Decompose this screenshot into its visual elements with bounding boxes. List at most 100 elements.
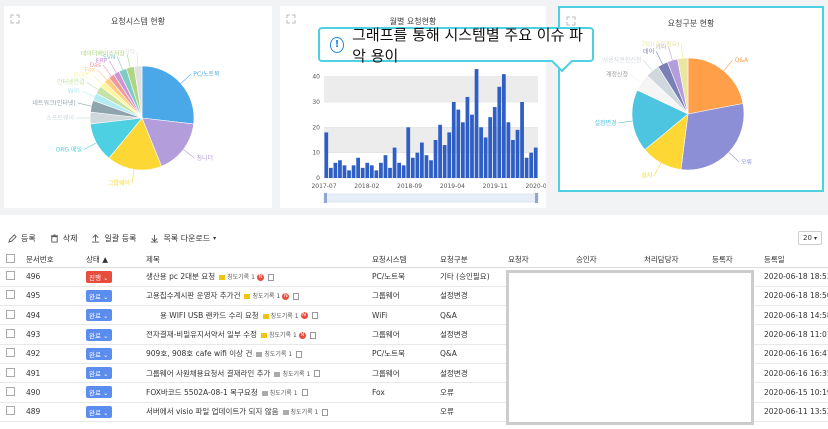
bar[interactable] xyxy=(365,162,370,178)
bar[interactable] xyxy=(338,160,342,178)
bar[interactable] xyxy=(533,147,538,178)
bar[interactable] xyxy=(383,155,388,178)
bar[interactable] xyxy=(429,160,433,178)
history-tag[interactable]: 칭도기록 1 xyxy=(219,272,255,281)
row-title[interactable]: 용 WIFI USB 랜카드 수리 요청 xyxy=(160,311,259,320)
title-cell[interactable]: 서버에서 visio 파일 업데이트가 되지 않음 칭도기록 1 xyxy=(146,402,372,422)
col-header[interactable]: 승인자 xyxy=(576,253,644,268)
row-title[interactable]: 그룹웨어 사원채용요청서 결재라인 추가 xyxy=(146,369,270,378)
col-header[interactable]: 등록일 xyxy=(764,253,828,268)
col-header[interactable]: 요청시스템 xyxy=(372,253,440,268)
bar[interactable] xyxy=(451,102,456,178)
bar[interactable] xyxy=(506,122,511,178)
bar[interactable] xyxy=(379,162,383,178)
status-badge[interactable]: 완료 ⌄ xyxy=(86,386,112,399)
title-cell[interactable]: 그룹웨어 사원채용요청서 결재라인 추가 칭도기록 1 xyxy=(146,363,372,384)
title-cell[interactable]: 생산용 pc 2대분 요청 칭도기록 1N xyxy=(146,267,372,287)
history-tag[interactable]: 칭도기록 1 xyxy=(274,369,310,378)
range-slider-handle[interactable] xyxy=(535,193,538,203)
title-cell[interactable]: 용 WIFI USB 랜카드 수리 요청 칭도기록 1N xyxy=(146,305,372,326)
document-icon[interactable] xyxy=(267,273,274,281)
bar[interactable] xyxy=(488,117,493,178)
bar[interactable] xyxy=(328,167,333,178)
document-icon[interactable] xyxy=(293,292,300,300)
status-badge[interactable]: 완료 ⌄ xyxy=(86,405,112,418)
history-tag[interactable]: 칭도기록 1 xyxy=(282,407,318,416)
row-checkbox[interactable] xyxy=(6,386,15,396)
history-tag[interactable]: 칭도기록 1 xyxy=(256,349,292,358)
history-tag[interactable]: 칭도기록 1 xyxy=(260,330,297,339)
document-icon[interactable] xyxy=(296,350,303,358)
bar[interactable] xyxy=(392,147,397,178)
row-title[interactable]: 고용집수계시판 운영자 추가건 xyxy=(146,291,240,300)
bar[interactable] xyxy=(415,152,420,178)
bar[interactable] xyxy=(401,165,406,178)
row-title[interactable]: 서버에서 visio 파일 업데이트가 되지 않음 xyxy=(146,407,279,416)
row-checkbox[interactable] xyxy=(6,367,15,377)
bar[interactable] xyxy=(479,127,483,178)
col-header[interactable]: 문서번호 xyxy=(26,253,86,268)
bar[interactable] xyxy=(483,137,488,178)
bar[interactable] xyxy=(501,74,506,178)
bar[interactable] xyxy=(470,114,474,178)
bar[interactable] xyxy=(388,167,392,178)
title-cell[interactable]: 909호, 908호 cafe wifi 이상 건 칭도기록 1 xyxy=(146,344,372,364)
bar[interactable] xyxy=(397,162,402,178)
pie-slice[interactable] xyxy=(141,65,195,125)
bar[interactable] xyxy=(511,140,515,178)
bar[interactable] xyxy=(333,162,338,178)
bar[interactable] xyxy=(433,140,438,178)
row-title[interactable]: 전자결재-비밀유지서약서 일부 수정 xyxy=(146,330,257,339)
title-cell[interactable]: 고용집수계시판 운영자 추가건 칭도기록 1N xyxy=(146,286,372,307)
bar[interactable] xyxy=(520,102,524,178)
history-tag[interactable]: 칭도기록 1 xyxy=(244,291,280,300)
bar[interactable] xyxy=(447,132,452,178)
bar[interactable] xyxy=(351,165,356,178)
select-all-checkbox[interactable] xyxy=(6,254,15,264)
bar[interactable] xyxy=(524,157,529,178)
download-list-button[interactable]: 목록 다운로드 ▾ xyxy=(150,233,216,244)
title-cell[interactable]: FOX바코드 5502A-08-1 복구요청 칭도기록 1 xyxy=(146,382,372,403)
bar[interactable] xyxy=(356,157,361,178)
history-tag[interactable]: 칭도기록 1 xyxy=(261,388,298,397)
bar[interactable] xyxy=(360,167,365,178)
bar[interactable] xyxy=(369,165,374,178)
row-checkbox[interactable] xyxy=(6,329,15,339)
bar[interactable] xyxy=(347,170,351,178)
bar[interactable] xyxy=(424,155,429,178)
bar[interactable] xyxy=(497,86,502,178)
title-cell[interactable]: 전자결재-비밀유지서약서 일부 수정 칭도기록 1N xyxy=(146,324,372,345)
row-checkbox[interactable] xyxy=(6,406,15,416)
bar[interactable] xyxy=(474,69,479,178)
bar[interactable] xyxy=(410,157,415,178)
bulk-register-button[interactable]: 일괄 등록 xyxy=(91,233,136,244)
bar[interactable] xyxy=(442,145,447,178)
document-icon[interactable] xyxy=(309,331,316,339)
bar[interactable] xyxy=(515,129,520,178)
row-title[interactable]: 909호, 908호 cafe wifi 이상 건 xyxy=(146,349,252,358)
row-checkbox[interactable] xyxy=(6,348,15,358)
bar[interactable] xyxy=(342,165,347,178)
row-checkbox[interactable] xyxy=(6,271,15,281)
status-badge[interactable]: 완료 ⌄ xyxy=(86,289,112,302)
status-badge[interactable]: 완료 ⌄ xyxy=(86,328,112,341)
row-checkbox[interactable] xyxy=(6,290,15,300)
pie-slice[interactable] xyxy=(680,103,745,171)
col-header[interactable]: 등록자 xyxy=(712,253,764,268)
bar[interactable] xyxy=(374,170,379,178)
document-icon[interactable] xyxy=(314,370,321,378)
document-icon[interactable] xyxy=(322,408,329,416)
status-badge[interactable]: 완료 ⌄ xyxy=(86,367,112,380)
bar[interactable] xyxy=(460,122,465,178)
history-tag[interactable]: 칭도기록 1 xyxy=(262,311,299,320)
page-size-select[interactable]: 20 ▾ xyxy=(798,231,822,245)
status-badge[interactable]: 진행 ⌄ xyxy=(86,270,112,283)
delete-button[interactable]: 삭제 xyxy=(50,233,77,244)
bar[interactable] xyxy=(324,132,329,178)
col-header[interactable]: 처리담당자 xyxy=(644,253,712,268)
row-title[interactable]: FOX바코드 5502A-08-1 복구요청 xyxy=(146,388,258,397)
status-badge[interactable]: 완료 ⌄ xyxy=(86,309,112,322)
col-header-status[interactable]: 상태 ▲ xyxy=(86,253,146,268)
range-slider[interactable] xyxy=(323,193,539,203)
bar[interactable] xyxy=(465,96,470,178)
